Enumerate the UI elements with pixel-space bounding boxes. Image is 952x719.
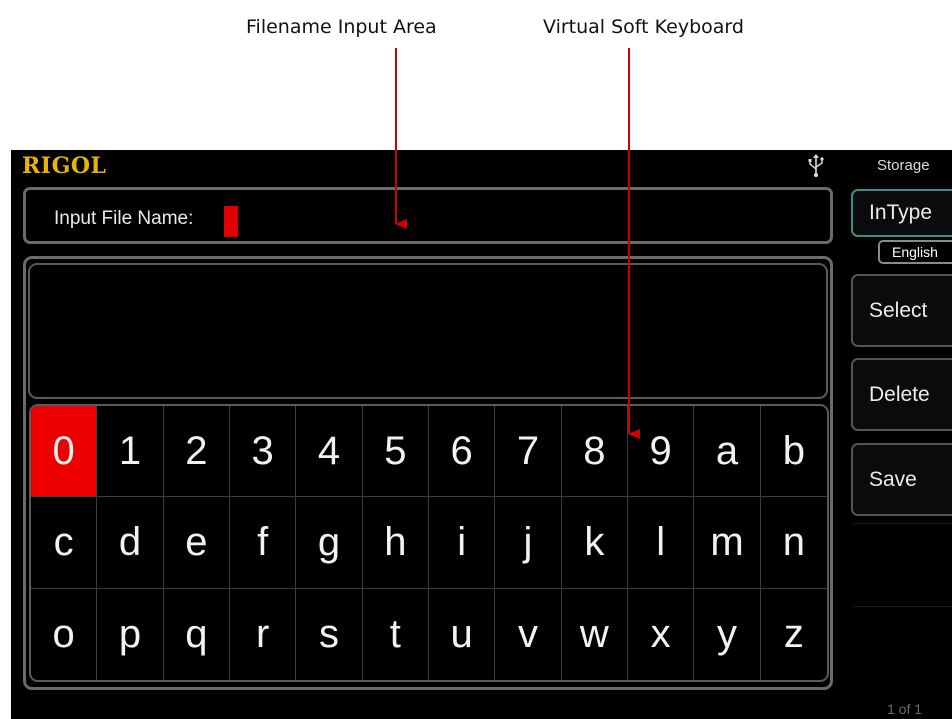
- menu-title: Storage: [877, 157, 930, 174]
- key-s[interactable]: s: [296, 588, 363, 680]
- key-z[interactable]: z: [761, 589, 827, 680]
- key-y[interactable]: y: [694, 588, 761, 680]
- intype-label: InType: [869, 201, 933, 224]
- key-5[interactable]: 5: [362, 406, 429, 498]
- filename-input-area[interactable]: Input File Name:: [23, 187, 833, 244]
- keyboard-key-grid: 0123456789ab cdefghijklmn opqrstuvwxyz: [29, 404, 829, 682]
- key-r[interactable]: r: [230, 588, 297, 680]
- menu-divider: [853, 606, 952, 607]
- key-6[interactable]: 6: [429, 406, 496, 498]
- key-x[interactable]: x: [628, 588, 695, 680]
- key-u[interactable]: u: [429, 588, 496, 680]
- save-label: Save: [869, 467, 917, 491]
- key-2[interactable]: 2: [163, 406, 230, 498]
- key-o[interactable]: o: [31, 588, 98, 680]
- delete-label: Delete: [869, 382, 930, 406]
- key-0[interactable]: 0: [31, 406, 98, 498]
- key-q[interactable]: q: [164, 588, 230, 680]
- save-softkey[interactable]: Save: [851, 443, 952, 516]
- key-v[interactable]: v: [495, 588, 562, 680]
- intype-softkey[interactable]: InType: [851, 189, 952, 237]
- select-label: Select: [869, 298, 928, 322]
- rigol-logo: RIGOL: [22, 153, 107, 179]
- virtual-soft-keyboard: 0123456789ab cdefghijklmn opqrstuvwxyz: [23, 256, 833, 690]
- input-area-callout: Filename Input Area: [246, 16, 437, 38]
- menu-divider: [853, 523, 952, 524]
- key-a[interactable]: a: [694, 406, 761, 498]
- filename-label: Input File Name:: [54, 208, 194, 229]
- key-h[interactable]: h: [362, 497, 429, 589]
- key-b[interactable]: b: [760, 406, 827, 498]
- instrument-screen: RIGOL Input File Name: 0123456789ab cdefg…: [11, 150, 952, 719]
- key-w[interactable]: w: [562, 588, 628, 680]
- key-c[interactable]: c: [31, 497, 98, 589]
- key-8[interactable]: 8: [561, 406, 628, 498]
- key-9[interactable]: 9: [628, 406, 695, 498]
- key-p[interactable]: p: [97, 588, 164, 680]
- delete-softkey[interactable]: Delete: [851, 358, 952, 431]
- key-n[interactable]: n: [760, 497, 827, 589]
- keyboard-candidate-area: [28, 263, 828, 399]
- key-g[interactable]: g: [296, 497, 363, 589]
- key-k[interactable]: k: [561, 497, 628, 589]
- key-m[interactable]: m: [694, 497, 761, 589]
- key-3[interactable]: 3: [230, 406, 297, 498]
- key-f[interactable]: f: [230, 497, 297, 589]
- key-1[interactable]: 1: [97, 406, 164, 498]
- input-language-badge: English: [878, 240, 952, 264]
- key-j[interactable]: j: [495, 497, 562, 589]
- key-d[interactable]: d: [97, 497, 164, 589]
- soft-keyboard-callout: Virtual Soft Keyboard: [543, 16, 744, 38]
- text-cursor: [224, 206, 238, 237]
- key-4[interactable]: 4: [296, 406, 363, 498]
- key-e[interactable]: e: [163, 497, 230, 589]
- key-t[interactable]: t: [363, 588, 429, 680]
- key-7[interactable]: 7: [495, 406, 562, 498]
- key-i[interactable]: i: [429, 497, 496, 589]
- usb-icon: [808, 154, 824, 177]
- key-l[interactable]: l: [628, 497, 695, 589]
- page-indicator: 1 of 1: [887, 701, 923, 717]
- select-softkey[interactable]: Select: [851, 274, 952, 347]
